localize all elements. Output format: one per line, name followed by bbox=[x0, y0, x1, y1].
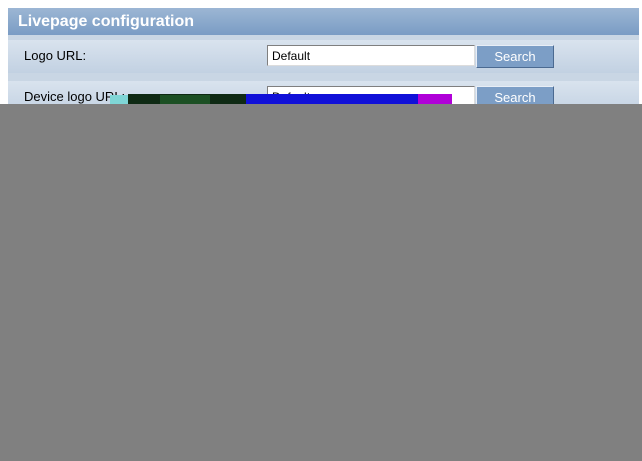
render-glitch-blue bbox=[246, 94, 418, 104]
margin bbox=[0, 0, 8, 104]
render-glitch-green bbox=[160, 95, 210, 104]
corrupted-area bbox=[0, 104, 642, 461]
logo-url-input[interactable] bbox=[267, 45, 475, 66]
logo-url-label: Logo URL: bbox=[24, 48, 87, 63]
render-glitch-cyan bbox=[110, 95, 128, 104]
logo-url-row: Logo URL: Search bbox=[8, 40, 639, 73]
panel-title: Livepage configuration bbox=[8, 8, 639, 35]
render-glitch-purple bbox=[418, 94, 452, 104]
logo-url-search-button[interactable]: Search bbox=[476, 45, 554, 68]
